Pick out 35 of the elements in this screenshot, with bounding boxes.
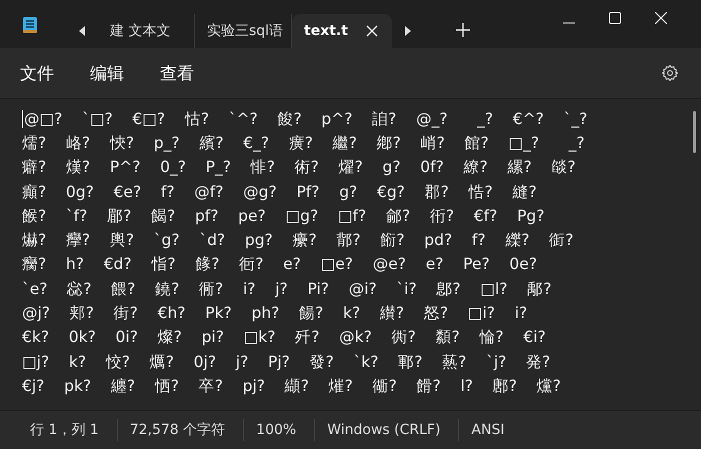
scroll-left-icon[interactable] [78, 26, 86, 36]
menu-item[interactable]: 查看 [160, 62, 194, 84]
plus-icon[interactable] [456, 23, 470, 37]
text-line: @j? 郏? 街? €h? Pk? ph? 餳? k? 纉? 怒? □i? i? [22, 303, 528, 324]
settings-icon[interactable] [661, 64, 679, 82]
scroll-right-icon[interactable] [404, 26, 412, 36]
scrollbar-thumb[interactable] [692, 111, 696, 153]
text-line: 燸? 峈? 悏? p_? 繽? €_? 癀? 繼? 鄕? 峭? 館? □_? _? [22, 132, 585, 154]
text-line: `e? 惢? 餵? 鐃? 衕? i? j? Pi? @i? `i? 鄎? □l? 鄅? [22, 278, 552, 300]
status-item: ANSI [471, 422, 506, 438]
status-item: Windows (CRLF) [327, 422, 442, 438]
text-line: □j? k? 恔? 爄? 0j? j? Pj? 發? `k? 鄆? 爇? `j? 発? [22, 352, 550, 373]
close-icon[interactable] [366, 25, 378, 37]
status-item: 100% [256, 422, 298, 438]
status-item: 72,578 个字符 [130, 421, 226, 439]
text-line: €k? 0k? 0i? 燦? pi? □k? 歼? @k? 衖? 纇? 惀? €i? [22, 327, 546, 348]
minimize-icon[interactable] [563, 22, 575, 24]
text-line: 餱? `f? 郿? 餲? pf? pe? □g? □f? 鄃? 衎? €f? Pg? [22, 206, 544, 227]
tab-label: 建 文本文 [110, 22, 170, 40]
close-icon[interactable] [655, 12, 667, 24]
text-line: 癵? h? €d? 恉? 餯? 衐? e? □e? @e? e? Pe? 0e? [22, 254, 538, 276]
text-line: €j? pk? 纏? 恓? 卒? pj? 纈? 熣? 衚? 餶? l? 鄌? 爣? [22, 376, 561, 397]
text-cursor [22, 110, 23, 128]
tab[interactable]: text.t [292, 14, 392, 48]
menu-item[interactable]: 文件 [20, 62, 54, 84]
notepad-icon [22, 16, 38, 34]
text-line: @□? `□? €□? 怙? `^? 餕? p^? 詯? @_? _? €^? `_? [24, 108, 588, 130]
text-line: 癖? 熯? P^? 0_? P_? 悱? 術? 燿? g? 0f? 繚? 縲? 燄? [22, 157, 576, 178]
maximize-icon[interactable] [609, 12, 621, 24]
menu-item[interactable]: 编辑 [90, 62, 124, 84]
text-line: 爀? 癴? 輿? `g? `d? pg? 癳? 鄁? 餰? pd? f? 纅? 衘? [22, 230, 574, 252]
status-item: 行 1，列 1 [30, 421, 100, 439]
text-line: 癲? 0g? €e? f? @f? @g? Pf? g? €g? 郡? 悎? 縫? [22, 182, 537, 203]
tab-label: 实验三sql语 [207, 22, 284, 40]
tab-label: text.t [304, 23, 348, 39]
